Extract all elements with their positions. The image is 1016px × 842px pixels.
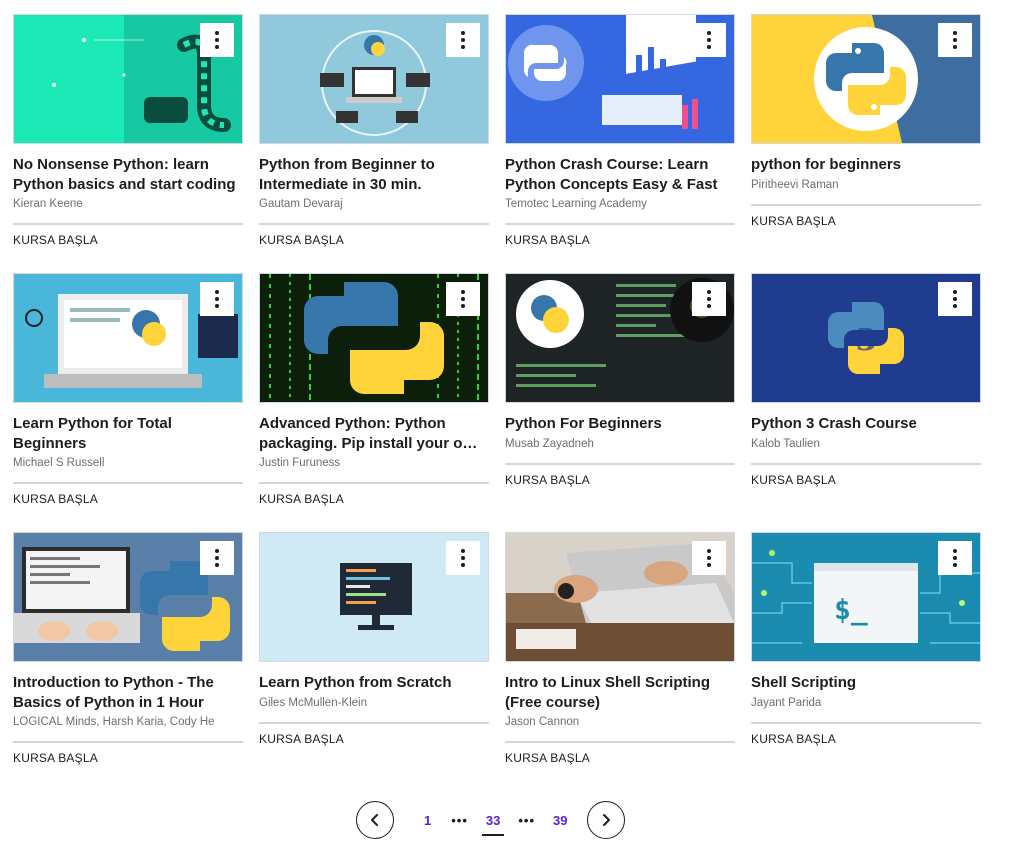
course-title[interactable]: Python 3 Crash Course <box>751 414 981 434</box>
course-title[interactable]: Advanced Python: Python packaging. Pip i… <box>259 414 489 453</box>
course-thumbnail[interactable] <box>13 14 243 144</box>
more-options-icon[interactable] <box>938 23 972 57</box>
course-card[interactable]: No Nonsense Python: learn Python basics … <box>13 14 243 249</box>
course-card[interactable]: Learn Python from Scratch Giles McMullen… <box>259 532 489 748</box>
course-author: Kieran Keene <box>13 198 83 210</box>
course-thumbnail[interactable] <box>505 14 735 144</box>
course-title[interactable]: Python For Beginners <box>505 414 735 434</box>
more-options-icon[interactable] <box>692 541 726 575</box>
start-course-button[interactable]: KURSA BAŞLA <box>505 749 590 767</box>
course-author: Kalob Taulien <box>751 437 820 450</box>
course-author: Jayant Parida <box>751 696 822 709</box>
svg-text:$_: $_ <box>834 593 868 626</box>
chevron-left-icon <box>371 814 378 826</box>
course-thumbnail[interactable] <box>259 532 489 662</box>
divider <box>13 223 243 225</box>
course-author: Justin Furuness <box>259 457 341 469</box>
divider <box>505 462 735 465</box>
divider <box>259 721 489 724</box>
more-options-icon[interactable] <box>200 282 234 316</box>
course-card[interactable]: $_ Shell Scripting Jayant Parida KURSA B… <box>751 532 981 748</box>
page-link-current[interactable]: 33 <box>481 813 505 836</box>
course-thumbnail[interactable] <box>751 14 981 144</box>
divider <box>13 741 243 743</box>
pagination: 1 ••• 33 ••• 39 <box>356 799 626 841</box>
more-options-icon[interactable] <box>938 541 972 575</box>
course-author: LOGICAL Minds, Harsh Karia, Cody He <box>13 716 215 728</box>
more-options-icon[interactable] <box>200 541 234 575</box>
divider <box>751 462 981 465</box>
course-title[interactable]: Learn Python for Total Beginners <box>13 414 243 453</box>
pagination-ellipsis: ••• <box>451 812 468 828</box>
page-link-first[interactable]: 1 <box>420 813 435 828</box>
course-card[interactable]: Python from Beginner to Intermediate in … <box>259 14 489 249</box>
next-page-button[interactable] <box>587 801 626 839</box>
divider <box>751 203 981 206</box>
course-author: Temotec Learning Academy <box>505 198 647 210</box>
course-title[interactable]: Shell Scripting <box>751 673 981 693</box>
course-title[interactable]: Intro to Linux Shell Scripting (Free cou… <box>505 673 735 712</box>
start-course-button[interactable]: KURSA BAŞLA <box>259 490 344 508</box>
course-author: Gautam Devaraj <box>259 198 343 210</box>
svg-text:3: 3 <box>856 323 877 358</box>
start-course-button[interactable]: KURSA BAŞLA <box>505 471 590 489</box>
course-card[interactable]: Python Crash Course: Learn Python Concep… <box>505 14 735 249</box>
divider <box>13 482 243 484</box>
divider <box>751 721 981 724</box>
more-options-icon[interactable] <box>200 23 234 57</box>
course-card[interactable]: Learn Python for Total Beginners Michael… <box>13 273 243 508</box>
course-thumbnail[interactable] <box>13 532 243 662</box>
course-author: Piritheevi Raman <box>751 178 839 191</box>
course-title[interactable]: No Nonsense Python: learn Python basics … <box>13 155 243 194</box>
course-author: Musab Zayadneh <box>505 437 594 450</box>
previous-page-button[interactable] <box>356 801 394 839</box>
course-author: Michael S Russell <box>13 457 105 469</box>
start-course-button[interactable]: KURSA BAŞLA <box>13 231 98 249</box>
course-title[interactable]: python for beginners <box>751 155 981 175</box>
start-course-button[interactable]: KURSA BAŞLA <box>259 730 344 748</box>
start-course-button[interactable]: KURSA BAŞLA <box>751 730 836 748</box>
course-card[interactable]: Introduction to Python - The Basics of P… <box>13 532 243 767</box>
start-course-button[interactable]: KURSA BAŞLA <box>13 490 98 508</box>
start-course-button[interactable]: KURSA BAŞLA <box>751 212 836 230</box>
page-link-last[interactable]: 39 <box>549 813 571 828</box>
start-course-button[interactable]: KURSA BAŞLA <box>259 231 344 249</box>
course-thumbnail[interactable] <box>259 14 489 144</box>
course-card[interactable]: python for beginners Piritheevi Raman KU… <box>751 14 981 230</box>
divider <box>505 223 735 225</box>
pagination-ellipsis: ••• <box>518 812 536 828</box>
course-title[interactable]: Python from Beginner to Intermediate in … <box>259 155 489 194</box>
course-thumbnail[interactable] <box>259 273 489 403</box>
more-options-icon[interactable] <box>692 282 726 316</box>
start-course-button[interactable]: KURSA BAŞLA <box>751 471 836 489</box>
more-options-icon[interactable] <box>446 282 480 316</box>
course-thumbnail[interactable]: $_ <box>751 532 981 662</box>
course-title[interactable]: Learn Python from Scratch <box>259 673 489 693</box>
chevron-right-icon <box>603 814 611 826</box>
course-thumbnail[interactable]: 3 <box>751 273 981 403</box>
start-course-button[interactable]: KURSA BAŞLA <box>13 749 98 767</box>
course-card[interactable]: Python For Beginners Musab Zayadneh KURS… <box>505 273 735 489</box>
course-thumbnail[interactable] <box>13 273 243 403</box>
divider <box>505 741 735 743</box>
course-author: Giles McMullen-Klein <box>259 696 368 709</box>
course-thumbnail[interactable] <box>505 532 735 662</box>
more-options-icon[interactable] <box>446 23 480 57</box>
divider <box>259 482 489 484</box>
course-thumbnail[interactable] <box>505 273 735 403</box>
more-options-icon[interactable] <box>938 282 972 316</box>
more-options-icon[interactable] <box>692 23 726 57</box>
course-title[interactable]: Introduction to Python - The Basics of P… <box>13 673 243 712</box>
course-card[interactable]: Intro to Linux Shell Scripting (Free cou… <box>505 532 735 767</box>
course-card[interactable]: Advanced Python: Python packaging. Pip i… <box>259 273 489 508</box>
start-course-button[interactable]: KURSA BAŞLA <box>505 231 590 249</box>
course-title[interactable]: Python Crash Course: Learn Python Concep… <box>505 155 735 194</box>
divider <box>259 223 489 225</box>
course-author: Jason Cannon <box>505 716 580 728</box>
course-card[interactable]: 3 Python 3 Crash Course Kalob Taulien KU… <box>751 273 981 489</box>
more-options-icon[interactable] <box>446 541 480 575</box>
